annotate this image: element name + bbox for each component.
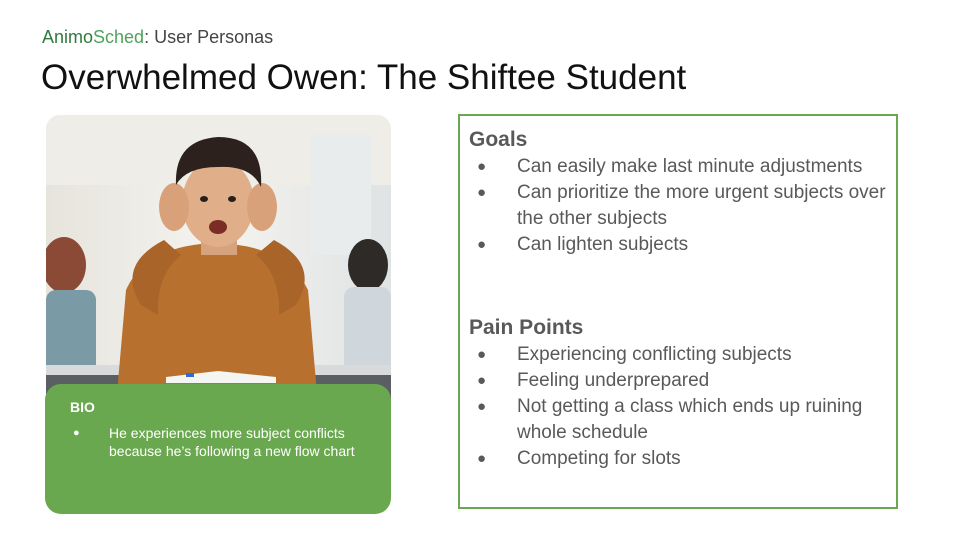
goals-pain-card: Goals ● Can easily make last minute adjus… bbox=[458, 114, 898, 509]
pain-points-title: Pain Points bbox=[469, 316, 584, 339]
bio-panel: BIO ● He experiences more subject conflic… bbox=[45, 384, 391, 514]
bullet-icon: ● bbox=[477, 236, 487, 253]
bio-item-text: He experiences more subject conflicts be… bbox=[109, 425, 355, 459]
bio-title: BIO bbox=[70, 399, 95, 415]
bullet-icon: ● bbox=[477, 398, 487, 415]
pain-point-item-text: Not getting a class which ends up ruinin… bbox=[517, 396, 863, 443]
goal-item: ● Can easily make last minute adjustments bbox=[477, 154, 892, 180]
pain-point-item: ● Experiencing conflicting subjects bbox=[477, 342, 892, 368]
goal-item-text: Can lighten subjects bbox=[517, 234, 689, 255]
pain-points-list: ● Experiencing conflicting subjects ● Feel… bbox=[477, 342, 892, 472]
goal-item: ● Can prioritize the more urgent subjects… bbox=[477, 180, 892, 232]
goal-item-text: Can prioritize the more urgent subjects … bbox=[517, 182, 886, 229]
brand-name-part2: Sched bbox=[93, 27, 145, 47]
bio-list: ● He experiences more subject conflicts b… bbox=[73, 424, 385, 460]
bullet-icon: ● bbox=[477, 184, 487, 201]
pain-point-item: ● Feeling underprepared bbox=[477, 368, 892, 394]
pain-point-item-text: Competing for slots bbox=[517, 448, 681, 469]
bullet-icon: ● bbox=[477, 158, 487, 175]
bullet-icon: ● bbox=[477, 372, 487, 389]
bullet-icon: ● bbox=[477, 346, 487, 363]
bio-item: ● He experiences more subject conflicts b… bbox=[73, 424, 385, 460]
goals-list: ● Can easily make last minute adjustments… bbox=[477, 154, 892, 258]
bullet-icon: ● bbox=[477, 450, 487, 467]
pain-point-item-text: Feeling underprepared bbox=[517, 370, 710, 391]
persona-photo bbox=[46, 115, 391, 405]
pain-point-item: ● Competing for slots bbox=[477, 446, 892, 472]
brand-name-part1: Animo bbox=[42, 27, 94, 47]
bullet-icon: ● bbox=[73, 427, 80, 439]
goal-item-text: Can easily make last minute adjustments bbox=[517, 156, 863, 177]
brand-suffix: : User Personas bbox=[144, 27, 274, 47]
brand-subtitle: AnimoSched: User Personas bbox=[42, 27, 273, 48]
goal-item: ● Can lighten subjects bbox=[477, 232, 892, 258]
pain-point-item: ● Not getting a class which ends up ruini… bbox=[477, 394, 892, 446]
pain-point-item-text: Experiencing conflicting subjects bbox=[517, 344, 792, 365]
page-title: Overwhelmed Owen: The Shiftee Student bbox=[41, 58, 687, 97]
goals-title: Goals bbox=[469, 128, 528, 151]
